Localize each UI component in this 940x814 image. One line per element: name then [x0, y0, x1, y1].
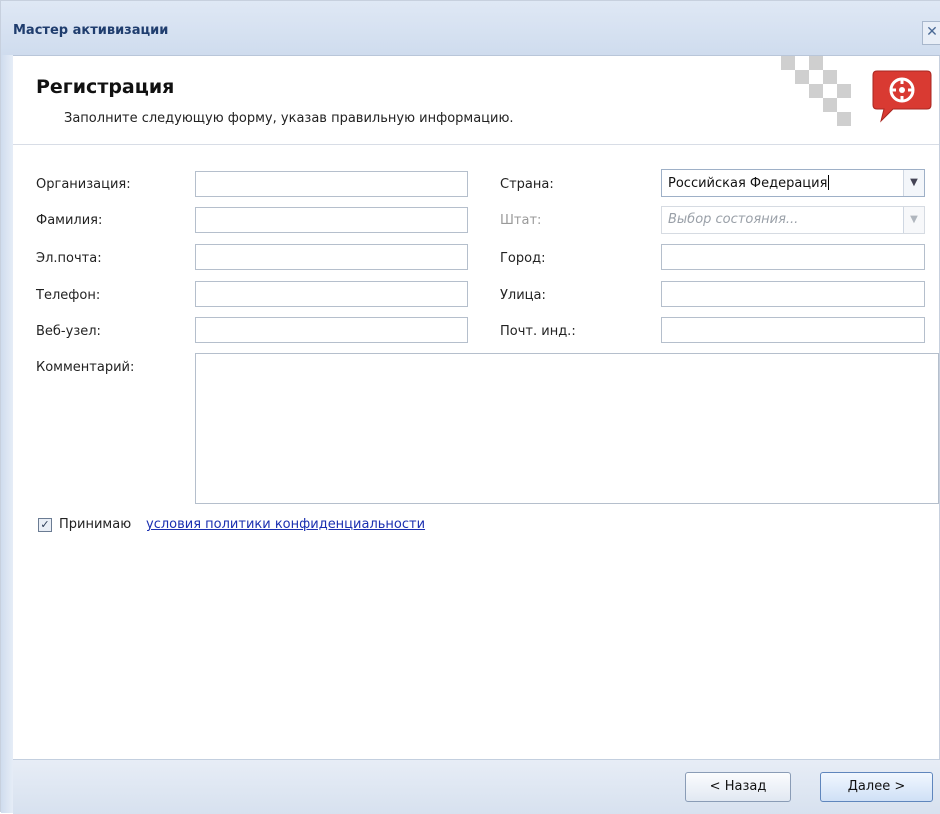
email-label: Эл.почта:	[36, 251, 102, 266]
wizard-footer: < Назад Далее >	[13, 759, 940, 814]
website-label: Веб-узел:	[36, 324, 101, 339]
accept-policy-checkbox[interactable]: ✓	[38, 518, 52, 532]
close-button[interactable]: ✕	[922, 21, 940, 45]
comment-label: Комментарий:	[36, 360, 135, 375]
country-label: Страна:	[500, 177, 554, 192]
lastname-label: Фамилия:	[36, 213, 103, 228]
zip-label: Почт. инд.:	[500, 324, 576, 339]
checker-decoration	[779, 56, 859, 136]
street-label: Улица:	[500, 288, 546, 303]
wizard-header: Регистрация Заполните следующую форму, у…	[13, 56, 939, 145]
page-subtitle: Заполните следующую форму, указав правил…	[64, 111, 514, 126]
back-button[interactable]: < Назад	[685, 772, 791, 802]
country-value: Российская Федерация	[668, 176, 828, 191]
page-title: Регистрация	[36, 76, 175, 98]
organization-field[interactable]	[195, 171, 468, 197]
phone-field[interactable]	[195, 281, 468, 307]
country-select[interactable]: Российская Федерация ▼	[661, 169, 925, 197]
privacy-policy-link[interactable]: условия политики конфиденциальности	[146, 517, 425, 532]
organization-label: Организация:	[36, 177, 131, 192]
website-field[interactable]	[195, 317, 468, 343]
city-field[interactable]	[661, 244, 925, 270]
next-button[interactable]: Далее >	[820, 772, 933, 802]
chevron-down-icon: ▼	[903, 207, 924, 233]
kaspersky-logo-icon	[871, 67, 933, 125]
checkmark-icon: ✓	[40, 518, 50, 531]
state-select: Выбор состояния... ▼	[661, 206, 925, 234]
city-label: Город:	[500, 251, 546, 266]
lastname-field[interactable]	[195, 207, 468, 233]
form-area: Организация: Фамилия: Эл.почта: Телефон:…	[13, 145, 939, 759]
comment-textarea[interactable]	[195, 353, 939, 504]
zip-field[interactable]	[661, 317, 925, 343]
text-caret	[828, 175, 830, 190]
accept-label: Принимаю	[59, 517, 132, 532]
street-field[interactable]	[661, 281, 925, 307]
phone-label: Телефон:	[36, 288, 101, 303]
title-bar: Мастер активизации ✕	[1, 1, 940, 56]
left-frame-strip	[1, 55, 13, 813]
state-placeholder: Выбор состояния...	[668, 212, 799, 227]
state-label: Штат:	[500, 213, 542, 228]
activation-wizard-window: Мастер активизации ✕ Регистрация Заполни…	[0, 0, 940, 814]
email-field[interactable]	[195, 244, 468, 270]
window-title: Мастер активизации	[13, 23, 169, 38]
chevron-down-icon[interactable]: ▼	[903, 170, 924, 196]
close-icon: ✕	[926, 24, 938, 40]
